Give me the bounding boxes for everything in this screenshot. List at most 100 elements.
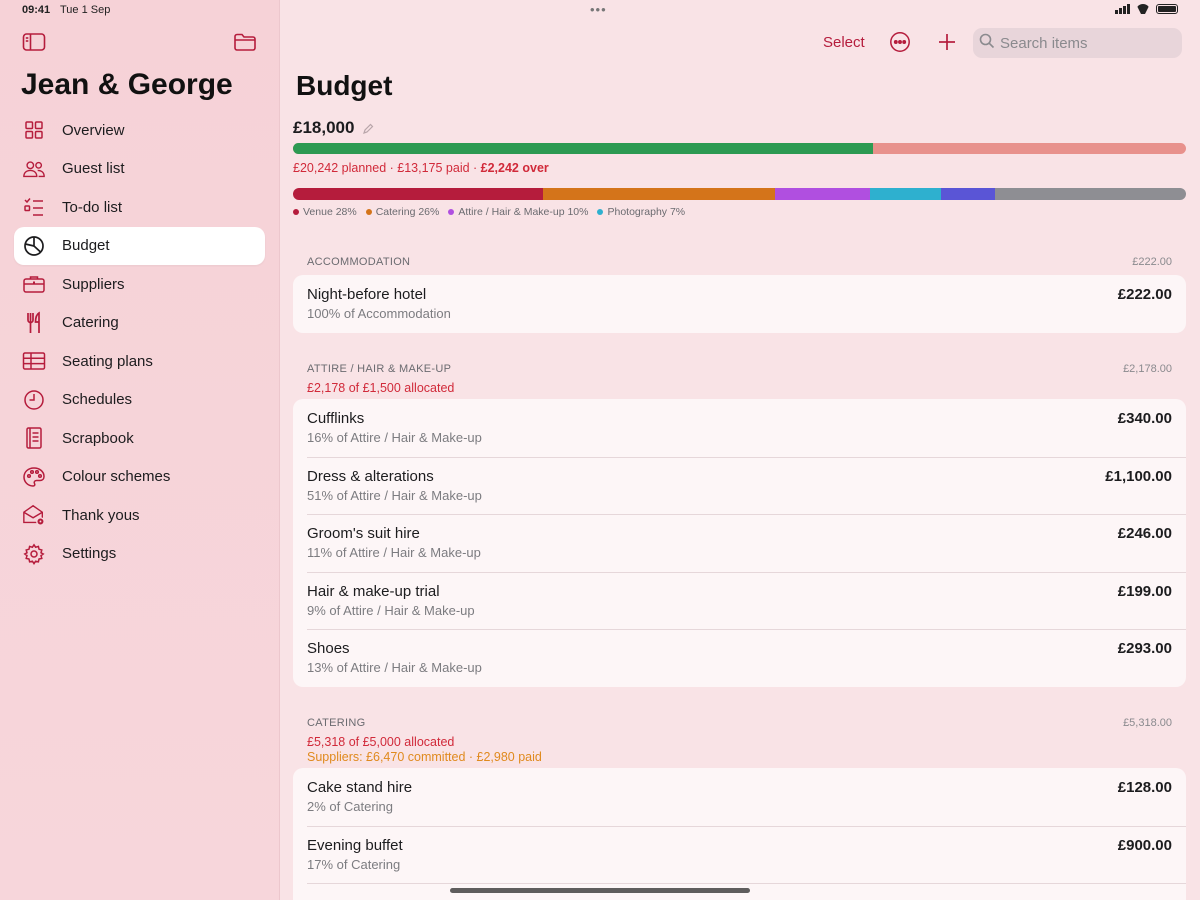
section-total: £5,318.00	[1123, 717, 1172, 729]
main-content: Select Budget £18,000 £20,242 planned ·	[281, 0, 1200, 900]
item-amount: £222.00	[1117, 286, 1172, 303]
sidebar-item-catering[interactable]: Catering	[14, 304, 265, 343]
item-name: Dress & alterations	[307, 467, 434, 485]
envelope-icon	[22, 503, 46, 527]
section-title: Catering	[307, 717, 366, 729]
legend-dot	[448, 209, 455, 215]
item-name: Hair & make-up trial	[307, 582, 440, 600]
section-suppliers-summary: Suppliers: £6,470 committed · £2,980 pai…	[307, 750, 542, 764]
item-amount: £900.00	[1117, 836, 1172, 854]
sidebar-item-suppliers[interactable]: Suppliers	[14, 265, 265, 304]
category-segment	[775, 188, 870, 200]
wedding-title: Jean & George	[21, 68, 233, 101]
briefcase-icon	[22, 272, 46, 296]
sidebar-item-label: Settings	[62, 545, 117, 563]
category-segment	[994, 188, 1186, 200]
status-indicators	[1115, 4, 1178, 14]
section-catering: Catering £5,318.00 £5,318 of £5,000 allo…	[293, 717, 1186, 900]
budget-item-row[interactable]: Evening buffet 17% of Catering £900.00	[293, 825, 1186, 884]
category-segment	[869, 188, 942, 200]
sidebar-item-label: Guest list	[62, 160, 125, 178]
sidebar-item-label: Budget	[62, 237, 110, 255]
add-icon[interactable]	[936, 31, 958, 53]
select-button[interactable]: Select	[823, 34, 865, 51]
folder-icon[interactable]	[233, 32, 257, 52]
item-amount: £199.00	[1117, 582, 1172, 600]
search-field[interactable]	[973, 28, 1182, 58]
item-share: 17% of Catering	[307, 856, 401, 872]
category-breakdown-bar	[293, 188, 1186, 200]
budget-item-row[interactable]: Hair & make-up trial 9% of Attire / Hair…	[293, 571, 1186, 630]
budget-item-row[interactable]: Night-before hotel 100% of Accommodation…	[293, 275, 1186, 333]
status-time: 09:41	[22, 4, 51, 16]
category-segment	[293, 188, 544, 200]
legend-item: Attire / Hair & Make-up 10%	[448, 206, 588, 218]
palette-icon	[22, 465, 46, 489]
legend-item: Photography 7%	[597, 206, 685, 218]
pie-chart-icon	[22, 234, 46, 258]
pencil-icon[interactable]	[362, 122, 374, 134]
sidebar-item-schedules[interactable]: Schedules	[14, 381, 265, 420]
budget-total-row[interactable]: £18,000	[293, 118, 374, 138]
budget-progress-bar	[293, 143, 1186, 154]
summary-planned-paid: £20,242 planned · £13,175 paid ·	[293, 161, 481, 175]
section-allocation: £2,178 of £1,500 allocated	[307, 381, 455, 395]
section-allocation: £5,318 of £5,000 allocated	[307, 735, 455, 749]
sidebar-item-budget[interactable]: Budget	[14, 226, 265, 265]
item-name: Groom's suit hire	[307, 525, 420, 542]
item-amount: £128.00	[1117, 779, 1172, 796]
battery-icon	[1156, 4, 1178, 14]
notebook-icon	[22, 426, 46, 450]
item-amount: £340.00	[1117, 410, 1172, 427]
legend-dot	[293, 209, 299, 215]
clock-icon	[22, 388, 46, 412]
sidebar-item-label: Suppliers	[62, 275, 125, 293]
page-title: Budget	[296, 70, 393, 101]
item-share: 100% of Accommodation	[307, 306, 451, 321]
summary-over: £2,242 over	[480, 161, 549, 175]
sidebar-item-seating-plans[interactable]: Seating plans	[14, 342, 265, 381]
search-input[interactable]	[1000, 34, 1170, 52]
legend-item: Venue 28%	[293, 206, 357, 218]
sidebar-toggle-icon[interactable]	[22, 32, 46, 52]
item-share: 13% of Attire / Hair & Make-up	[307, 660, 482, 675]
budget-item-row[interactable]: Groom's suit hire 11% of Attire / Hair &…	[293, 514, 1186, 572]
item-share: 51% of Attire / Hair & Make-up	[307, 487, 482, 503]
legend-label: Attire / Hair & Make-up 10%	[458, 206, 589, 218]
category-legend: Venue 28% Catering 26% Attire / Hair & Mak…	[293, 206, 685, 218]
grid-icon	[22, 118, 46, 142]
item-name: Shoes	[307, 640, 350, 657]
item-name: Cake stand hire	[307, 779, 413, 796]
item-share: 9% of Attire / Hair & Make-up	[307, 602, 475, 618]
sidebar-item-colour-schemes[interactable]: Colour schemes	[14, 458, 265, 497]
budget-item-row[interactable]: Dress & alterations 51% of Attire / Hair…	[293, 456, 1186, 515]
budget-item-row[interactable]: Cake stand hire 2% of Catering £128.00	[293, 768, 1186, 826]
status-date: Tue 1 Sep	[60, 4, 111, 16]
wifi-icon	[1136, 4, 1150, 14]
legend-label: Venue 28%	[303, 206, 357, 218]
legend-label: Catering 26%	[375, 206, 440, 218]
sidebar: Jean & George Overview Guest list To-do …	[0, 0, 280, 900]
multitasking-dots-icon[interactable]: •••	[590, 2, 607, 17]
sidebar-item-settings[interactable]: Settings	[14, 535, 265, 574]
section-title: Attire / Hair & Make-up	[307, 363, 452, 375]
budget-item-row[interactable]: Shoes 13% of Attire / Hair & Make-up £29…	[293, 629, 1186, 687]
item-name: Evening buffet	[307, 836, 403, 854]
sidebar-item-to-do-list[interactable]: To-do list	[14, 188, 265, 227]
home-indicator[interactable]	[450, 888, 750, 893]
budget-item-row[interactable]: Cufflinks 16% of Attire / Hair & Make-up…	[293, 399, 1186, 457]
budget-total: £18,000	[293, 118, 355, 137]
legend-dot	[597, 209, 604, 215]
legend-item: Catering 26%	[365, 206, 440, 218]
search-icon	[979, 33, 995, 54]
section-card: Cufflinks 16% of Attire / Hair & Make-up…	[293, 399, 1186, 687]
people-icon	[22, 157, 46, 181]
sidebar-item-overview[interactable]: Overview	[14, 111, 265, 150]
item-name: Night-before hotel	[307, 286, 427, 303]
more-options-icon[interactable]	[889, 31, 911, 53]
sidebar-item-thank-yous[interactable]: Thank yous	[14, 496, 265, 535]
sidebar-item-scrapbook[interactable]: Scrapbook	[14, 419, 265, 458]
sidebar-item-label: Overview	[62, 121, 125, 139]
sidebar-item-label: Schedules	[62, 391, 133, 409]
sidebar-item-guest-list[interactable]: Guest list	[14, 150, 265, 189]
